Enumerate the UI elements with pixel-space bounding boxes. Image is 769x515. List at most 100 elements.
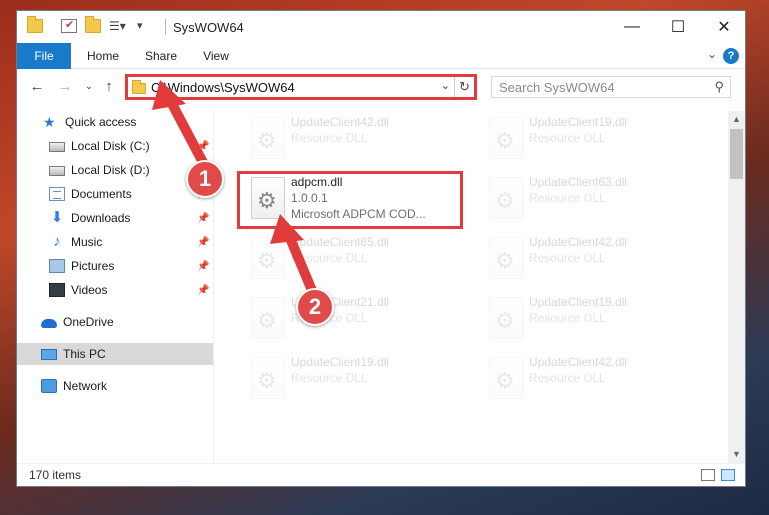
- dll-file-icon: [489, 297, 523, 339]
- close-button[interactable]: ✕: [701, 11, 745, 43]
- help-icon[interactable]: ?: [723, 48, 739, 64]
- dll-file-icon: [251, 237, 285, 279]
- music-icon: ♪: [53, 233, 61, 250]
- search-box[interactable]: Search SysWOW64 ⚲: [491, 76, 731, 98]
- file-type: Resource DLL: [529, 131, 606, 145]
- sidebar-item-documents[interactable]: Documents 📌: [17, 183, 213, 205]
- back-arrow-icon[interactable]: ←: [27, 77, 47, 97]
- file-name: UpdateClient19.dll: [291, 355, 390, 369]
- file-name: UpdateClient63.dll: [529, 175, 628, 189]
- customize-toolbar-icon[interactable]: ▾: [137, 19, 153, 33]
- search-icon[interactable]: ⚲: [714, 79, 724, 95]
- sidebar-item-label: Local Disk (D:): [71, 163, 150, 177]
- file-tile[interactable]: UpdateClient19.dll Resource DLL: [481, 111, 711, 167]
- sidebar-item-label: Local Disk (C:): [71, 139, 150, 153]
- maximize-button[interactable]: ☐: [655, 11, 701, 43]
- new-folder-icon[interactable]: [85, 16, 101, 33]
- downloads-icon: ⬇: [50, 209, 64, 226]
- file-tile[interactable]: UpdateClient63.dll Resource DLL: [481, 171, 711, 227]
- sidebar-item-label: Documents: [71, 187, 132, 201]
- pin-icon: 📌: [197, 212, 210, 224]
- scroll-thumb[interactable]: [730, 129, 743, 179]
- title-separator: [165, 19, 166, 35]
- file-tile[interactable]: UpdateClient42.dll Resource DLL: [481, 351, 711, 407]
- file-type: Resource DLL: [291, 371, 368, 385]
- item-count: 170 items: [29, 468, 82, 482]
- file-name: UpdateClient19.dll: [529, 115, 628, 129]
- computer-icon: [41, 348, 57, 360]
- videos-icon: [49, 283, 65, 297]
- file-list: UpdateClient42.dll Resource DLL UpdateCl…: [227, 111, 725, 463]
- sidebar-item-music[interactable]: ♪ Music 📌: [17, 231, 213, 253]
- sidebar-item-network[interactable]: Network: [17, 375, 213, 397]
- dll-file-icon: [489, 117, 523, 159]
- sidebar-item-label: Videos: [71, 283, 108, 297]
- step-badge-1: 1: [186, 160, 224, 198]
- file-tile[interactable]: UpdateClient42.dll Resource DLL: [481, 231, 711, 287]
- minimize-button[interactable]: —: [609, 11, 655, 43]
- navigation-bar: ← → ⌄ ↑ C:\Windows\SysWOW64 ⌄ ↻ Search S…: [17, 70, 745, 104]
- sidebar-item-local-disk-d[interactable]: Local Disk (D:): [17, 159, 213, 181]
- file-name: UpdateClient19.dll: [529, 295, 628, 309]
- dll-file-icon: [489, 177, 523, 219]
- pin-icon: 📌: [197, 140, 210, 152]
- dll-file-icon: [251, 117, 285, 159]
- refresh-icon[interactable]: ↻: [454, 77, 474, 97]
- up-arrow-icon[interactable]: ↑: [99, 77, 119, 97]
- scroll-up-icon[interactable]: ▲: [728, 111, 745, 128]
- file-type: Resource DLL: [529, 251, 606, 265]
- file-name: UpdateClient42.dll: [291, 115, 390, 129]
- sidebar-item-quick-access[interactable]: ★ Quick access: [17, 111, 213, 133]
- tab-view[interactable]: View: [193, 43, 239, 69]
- folder-icon: [27, 16, 43, 33]
- large-icons-view-icon[interactable]: [721, 469, 735, 481]
- file-explorer-window: ✔ ☰▾ ▾ SysWOW64 — ☐ ✕ File Home Share Vi…: [16, 10, 746, 487]
- vertical-scrollbar[interactable]: ▲ ▼: [728, 111, 745, 463]
- sidebar-item-label: This PC: [63, 347, 106, 361]
- forward-arrow-icon[interactable]: →: [55, 77, 75, 97]
- file-name: UpdateClient42.dll: [529, 355, 628, 369]
- sidebar-item-label: OneDrive: [63, 315, 114, 329]
- title-bar: ✔ ☰▾ ▾ SysWOW64 — ☐ ✕: [17, 11, 745, 43]
- address-dropdown-icon[interactable]: ⌄: [441, 79, 450, 92]
- quick-access-toolbar-icon[interactable]: ☰▾: [109, 19, 126, 33]
- dll-file-icon: [251, 297, 285, 339]
- sidebar-item-downloads[interactable]: ⬇ Downloads 📌: [17, 207, 213, 229]
- status-bar: 170 items: [17, 463, 745, 486]
- sidebar-item-pictures[interactable]: Pictures 📌: [17, 255, 213, 277]
- file-tile[interactable]: UpdateClient19.dll Resource DLL: [243, 351, 473, 407]
- file-type: Resource DLL: [529, 371, 606, 385]
- file-tile[interactable]: UpdateClient19.dll Resource DLL: [481, 291, 711, 347]
- address-bar[interactable]: C:\Windows\SysWOW64 ⌄ ↻: [125, 74, 477, 100]
- sidebar-item-local-disk-c[interactable]: Local Disk (C:) 📌: [17, 135, 213, 157]
- sidebar-item-label: Pictures: [71, 259, 115, 273]
- cloud-icon: [41, 319, 57, 328]
- file-name: UpdateClient42.dll: [529, 235, 628, 249]
- expand-ribbon-icon[interactable]: ⌄: [707, 47, 717, 61]
- sidebar-item-onedrive[interactable]: OneDrive: [17, 311, 213, 333]
- file-tile[interactable]: UpdateClient42.dll Resource DLL: [243, 111, 473, 167]
- tab-share[interactable]: Share: [137, 43, 185, 69]
- pin-icon: 📌: [197, 284, 210, 296]
- dll-file-icon: [489, 237, 523, 279]
- recent-locations-icon[interactable]: ⌄: [79, 77, 99, 97]
- dll-file-icon: [251, 357, 285, 399]
- file-type: Resource DLL: [291, 251, 368, 265]
- highlight-box-adpcm: [237, 171, 463, 229]
- dll-file-icon: [489, 357, 523, 399]
- sidebar-item-this-pc[interactable]: This PC: [17, 343, 213, 365]
- sidebar-item-videos[interactable]: Videos 📌: [17, 279, 213, 301]
- details-view-icon[interactable]: [701, 469, 715, 481]
- navigation-pane: ★ Quick access Local Disk (C:) 📌 Local D…: [17, 111, 213, 463]
- tab-home[interactable]: Home: [79, 43, 127, 69]
- address-path: C:\Windows\SysWOW64: [151, 80, 295, 95]
- scroll-down-icon[interactable]: ▼: [728, 446, 745, 463]
- properties-icon[interactable]: ✔: [61, 19, 77, 33]
- drive-icon: [49, 142, 65, 152]
- documents-icon: [49, 187, 65, 201]
- step-badge-2: 2: [296, 288, 334, 326]
- pictures-icon: [49, 259, 65, 273]
- file-tile[interactable]: UpdateClient65.dll Resource DLL: [243, 231, 473, 287]
- file-tile[interactable]: UpdateClient21.dll Resource DLL: [243, 291, 473, 347]
- tab-file[interactable]: File: [17, 43, 71, 69]
